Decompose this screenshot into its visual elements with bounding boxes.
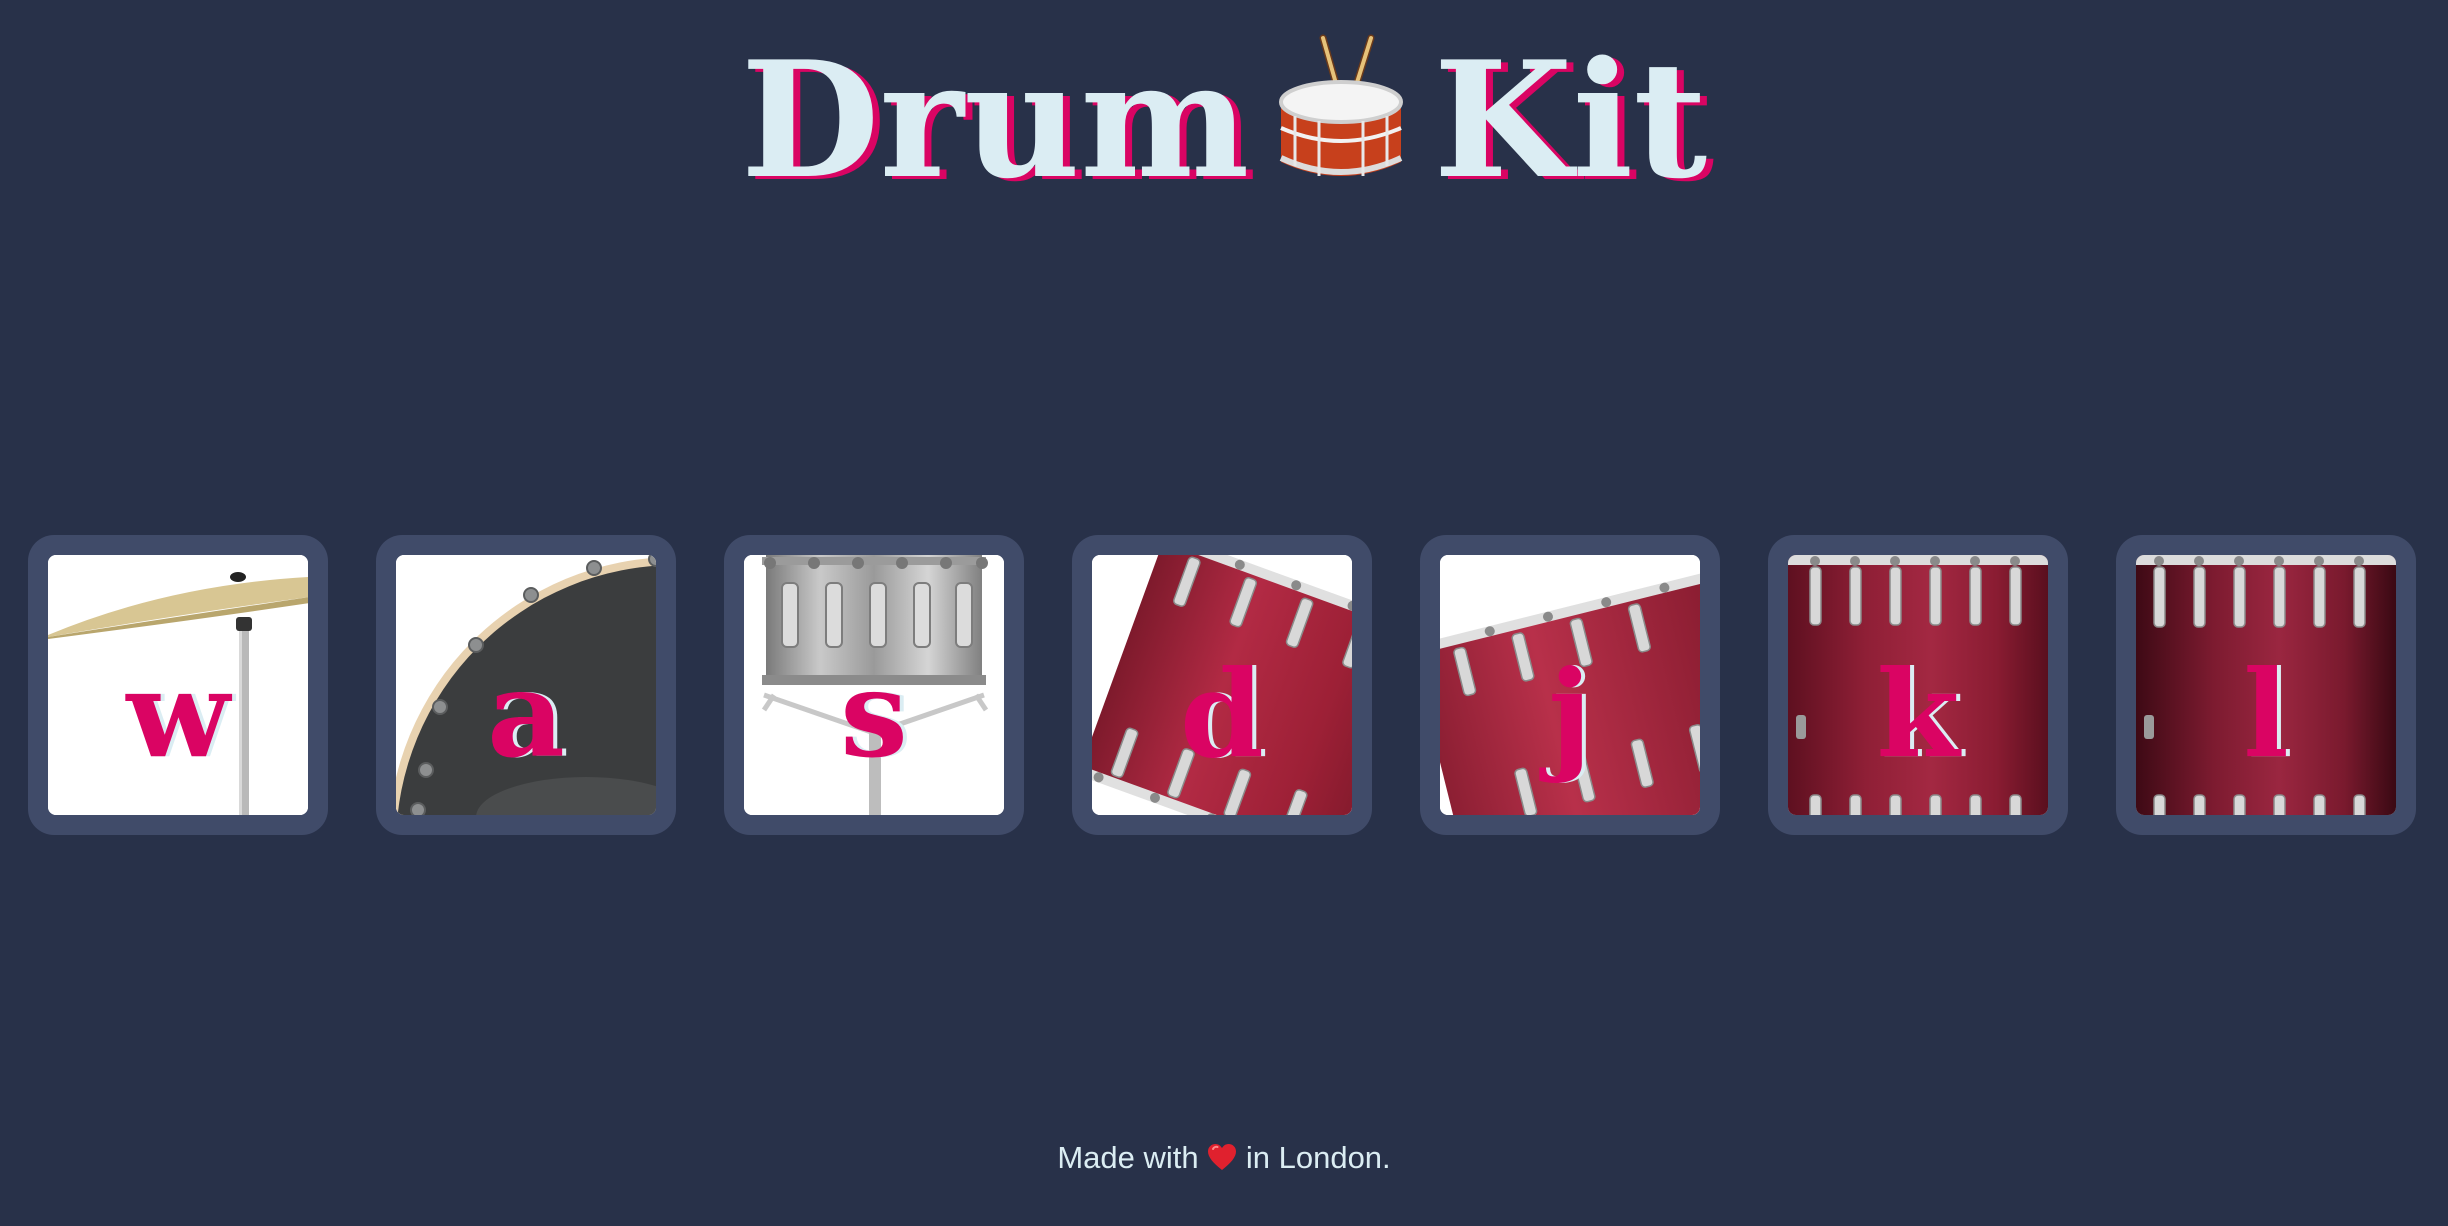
drum-button-j[interactable]: j bbox=[1420, 535, 1720, 835]
drum-key-label: s bbox=[840, 644, 908, 785]
title-kit-text: Kit bbox=[1433, 26, 1708, 214]
page-title: Drum Kit bbox=[0, 30, 2448, 205]
drum-pad: s bbox=[744, 555, 1004, 815]
drum-pad: j bbox=[1440, 555, 1700, 815]
drum-button-d[interactable]: d bbox=[1072, 535, 1372, 835]
footer-suffix: in London. bbox=[1245, 1140, 1391, 1175]
drum-pad: k bbox=[1788, 555, 2048, 815]
drum-key-label: k bbox=[1876, 644, 1960, 785]
drum-button-w[interactable]: w bbox=[28, 535, 328, 835]
drum-button-a[interactable]: a bbox=[376, 535, 676, 835]
drum-button-l[interactable]: l bbox=[2116, 535, 2416, 835]
drum-pad: d bbox=[1092, 555, 1352, 815]
drum-key-label: a bbox=[487, 644, 565, 785]
drum-key-label: w bbox=[126, 644, 230, 785]
drum-button-k[interactable]: k bbox=[1768, 535, 2068, 835]
drum-pad: a bbox=[396, 555, 656, 815]
footer-prefix: Made with bbox=[1057, 1140, 1199, 1175]
drum-with-drumsticks-icon bbox=[1279, 34, 1404, 176]
drum-key-label: d bbox=[1180, 644, 1264, 785]
drum-set: w a s d j k l bbox=[28, 535, 2418, 835]
drum-key-label: l bbox=[2243, 644, 2289, 785]
footer: Made with in London. bbox=[0, 1140, 2448, 1176]
heart-icon bbox=[1208, 1144, 1237, 1170]
drum-pad: l bbox=[2136, 555, 2396, 815]
drum-pad: w bbox=[48, 555, 308, 815]
title-drum-text: Drum bbox=[740, 26, 1250, 214]
drum-button-s[interactable]: s bbox=[724, 535, 1024, 835]
drum-key-label: j bbox=[1548, 644, 1592, 785]
